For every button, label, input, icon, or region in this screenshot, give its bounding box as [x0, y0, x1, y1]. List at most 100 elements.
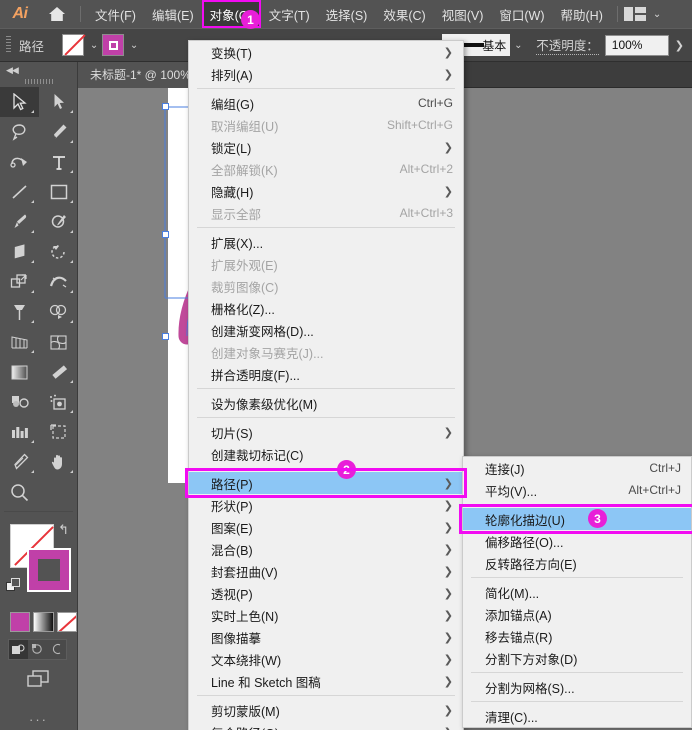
menubar-item-effect[interactable]: 效果(C)	[375, 0, 433, 28]
main-menu-item[interactable]: 透视(P) ❯	[189, 582, 463, 604]
stroke-color-swatch[interactable]	[62, 34, 85, 56]
tool-shaper[interactable]	[39, 207, 78, 237]
tool-artboard[interactable]	[39, 417, 78, 447]
main-menu-item[interactable]: 创建裁切标记(C)	[189, 443, 463, 465]
main-menu-item[interactable]: 剪切蒙版(M) ❯	[189, 699, 463, 721]
anchor-point-middle[interactable]	[162, 231, 169, 238]
fill-chevron-down-icon[interactable]: ⌄	[126, 40, 142, 51]
none-icon[interactable]	[56, 612, 77, 632]
fill-color-swatch[interactable]	[102, 34, 125, 56]
main-menu-item[interactable]: 设为像素级优化(M)	[189, 392, 463, 414]
tool-hand[interactable]	[39, 447, 78, 477]
tool-paintbrush[interactable]	[0, 207, 39, 237]
control-bar-overflow-arrow-icon[interactable]: ❯	[675, 39, 684, 52]
tools-panel-grip[interactable]	[24, 79, 53, 84]
tool-lasso[interactable]	[0, 117, 39, 147]
main-menu-item[interactable]: 切片(S) ❯	[189, 421, 463, 443]
swap-fill-stroke-icon[interactable]: ↰	[58, 522, 69, 538]
draw-behind-icon[interactable]	[28, 640, 47, 659]
menubar-item-edit[interactable]: 编辑(E)	[144, 0, 202, 28]
main-menu-item[interactable]: 文本绕排(W) ❯	[189, 648, 463, 670]
main-menu-item[interactable]: 拼合透明度(F)...	[189, 363, 463, 385]
menubar-item-help[interactable]: 帮助(H)	[553, 0, 611, 28]
main-menu-item[interactable]: 路径(P) ❯	[189, 472, 463, 494]
default-fill-stroke-icon[interactable]	[6, 578, 21, 598]
main-menu-item[interactable]: 实时上色(N) ❯	[189, 604, 463, 626]
screen-mode-button[interactable]	[0, 668, 77, 690]
tool-mesh[interactable]	[39, 327, 78, 357]
main-menu-item[interactable]: 栅格化(Z)...	[189, 297, 463, 319]
sub-menu-item[interactable]: 轮廓化描边(U)	[463, 508, 691, 530]
tool-line-segment[interactable]	[0, 177, 39, 207]
flat-color-icon[interactable]	[10, 612, 31, 632]
anchor-point-bottom[interactable]	[162, 333, 169, 340]
tool-free-transform[interactable]	[0, 297, 39, 327]
tool-shape-builder[interactable]	[39, 297, 78, 327]
main-menu-item[interactable]: 创建渐变网格(D)...	[189, 319, 463, 341]
chevron-down-icon[interactable]: ⌄	[653, 9, 661, 20]
menubar-item-window[interactable]: 窗口(W)	[491, 0, 552, 28]
sub-menu-item[interactable]: 偏移路径(O)...	[463, 530, 691, 552]
sub-menu-item[interactable]: 平均(V)... Alt+Ctrl+J	[463, 479, 691, 501]
menubar-item-view[interactable]: 视图(V)	[434, 0, 492, 28]
main-menu-item[interactable]: Line 和 Sketch 图稿 ❯	[189, 670, 463, 692]
tool-eyedropper[interactable]	[39, 357, 78, 387]
anchor-point-top[interactable]	[162, 103, 169, 110]
tools-panel-collapse[interactable]: ◀◀	[0, 62, 77, 78]
document-tab[interactable]: 未标题-1* @ 100%	[78, 61, 203, 88]
tool-perspective-grid[interactable]	[0, 327, 39, 357]
tool-eraser[interactable]	[0, 237, 39, 267]
opacity-input[interactable]: 100%	[604, 34, 669, 56]
object-menu-dropdown[interactable]: 变换(T) ❯ 排列(A) ❯ 编组(G) Ctrl+G 取消编组(U) Shift+Ctrl…	[188, 40, 464, 730]
tool-column-graph[interactable]	[0, 417, 39, 447]
main-menu-item[interactable]: 变换(T) ❯	[189, 41, 463, 63]
main-menu-item[interactable]: 隐藏(H) ❯	[189, 180, 463, 202]
tool-selection[interactable]	[0, 87, 39, 117]
opacity-label[interactable]: 不透明度：	[536, 35, 599, 55]
main-menu-item[interactable]: 封套扭曲(V) ❯	[189, 560, 463, 582]
sub-menu-item[interactable]: 分割下方对象(D)	[463, 647, 691, 669]
tool-blend[interactable]	[0, 387, 39, 417]
tool-width[interactable]	[39, 267, 78, 297]
main-menu-item[interactable]: 混合(B) ❯	[189, 538, 463, 560]
tool-curvature[interactable]	[0, 147, 39, 177]
stroke-chevron-down-icon[interactable]: ⌄	[86, 40, 102, 51]
fill-magenta-swatch[interactable]	[27, 548, 71, 592]
main-menu-item[interactable]: 图像描摹 ❯	[189, 626, 463, 648]
main-menu-item[interactable]: 锁定(L) ❯	[189, 136, 463, 158]
sub-menu-item[interactable]: 简化(M)...	[463, 581, 691, 603]
main-menu-item[interactable]: 扩展(X)...	[189, 231, 463, 253]
tool-pen[interactable]	[39, 117, 78, 147]
draw-normal-icon[interactable]	[9, 640, 28, 659]
menubar-item-type[interactable]: 文字(T)	[261, 0, 318, 28]
tool-rectangle[interactable]	[39, 177, 78, 207]
workspace-layout-icon[interactable]	[623, 7, 646, 21]
stroke-profile-chevron-down-icon[interactable]: ⌄	[510, 40, 526, 51]
double-chevron-left-icon[interactable]: ◀◀	[6, 65, 19, 76]
main-menu-item[interactable]: 排列(A) ❯	[189, 63, 463, 85]
sub-menu-item[interactable]: 连接(J) Ctrl+J	[463, 457, 691, 479]
tool-zoom[interactable]	[0, 477, 77, 507]
gradient-icon[interactable]	[33, 612, 54, 632]
control-bar-grip[interactable]	[6, 36, 11, 54]
main-menu-item[interactable]: 复合路径(O) ❯	[189, 721, 463, 730]
sub-menu-item[interactable]: 添加锚点(A)	[463, 603, 691, 625]
tool-scale[interactable]	[0, 267, 39, 297]
menubar-item-file[interactable]: 文件(F)	[87, 0, 144, 28]
tool-gradient[interactable]	[0, 357, 39, 387]
tool-slice[interactable]	[0, 447, 39, 477]
tool-direct-selection[interactable]	[39, 87, 78, 117]
main-menu-item[interactable]: 编组(G) Ctrl+G	[189, 92, 463, 114]
tool-type[interactable]	[39, 147, 78, 177]
sub-menu-item[interactable]: 清理(C)...	[463, 705, 691, 727]
draw-inside-icon[interactable]	[47, 640, 66, 659]
main-menu-item[interactable]: 形状(P) ❯	[189, 494, 463, 516]
path-submenu-dropdown[interactable]: 连接(J) Ctrl+J 平均(V)... Alt+Ctrl+J 轮廓化描边(U) 偏移路…	[462, 456, 692, 728]
main-menu-item[interactable]: 图案(E) ❯	[189, 516, 463, 538]
sub-menu-item[interactable]: 反转路径方向(E)	[463, 552, 691, 574]
more-tools-button[interactable]: ···	[0, 712, 77, 727]
home-icon[interactable]	[40, 0, 74, 28]
tool-rotate[interactable]	[39, 237, 78, 267]
sub-menu-item[interactable]: 分割为网格(S)...	[463, 676, 691, 698]
sub-menu-item[interactable]: 移去锚点(R)	[463, 625, 691, 647]
